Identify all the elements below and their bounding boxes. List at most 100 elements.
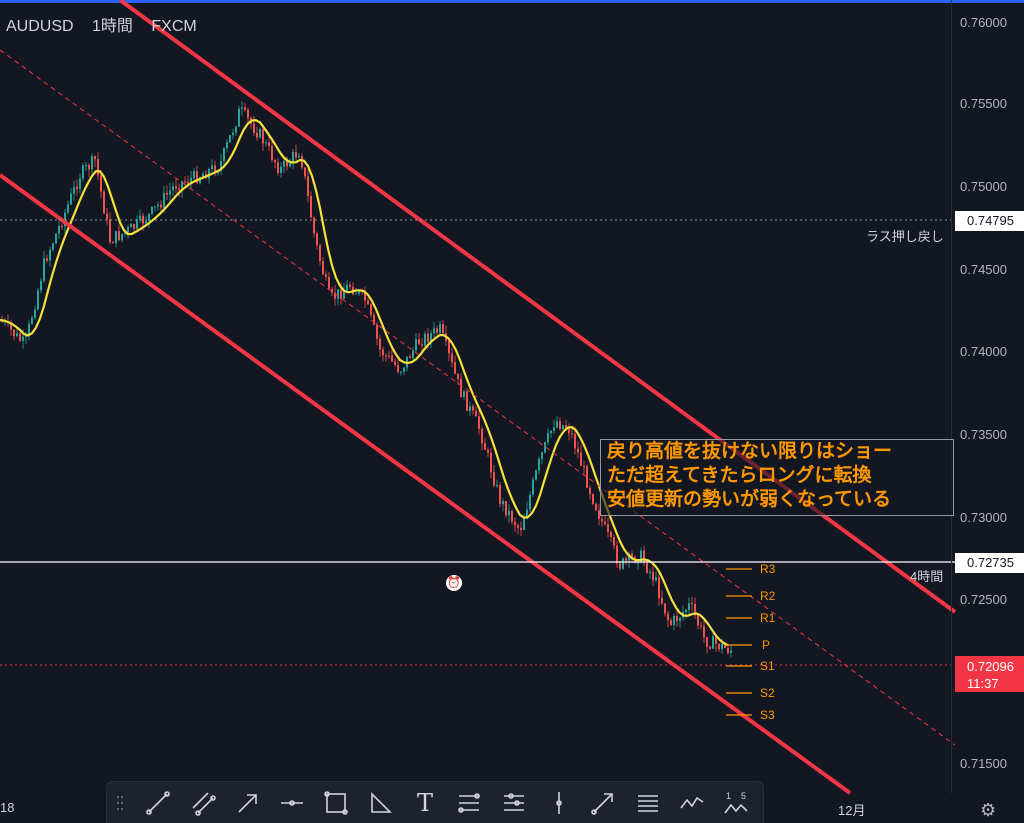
candle-body — [247, 109, 249, 118]
candle-body — [601, 518, 603, 522]
candle-body — [436, 328, 438, 333]
pitchfork-icon[interactable] — [499, 788, 529, 818]
candle-body — [712, 636, 714, 649]
price-tick: 0.71500 — [960, 756, 1007, 771]
gear-icon[interactable]: ⚙ — [980, 800, 996, 821]
pivot-s3: S3 — [760, 708, 775, 722]
moving-average-line — [0, 119, 729, 647]
candle-body — [241, 107, 243, 109]
candle-body — [322, 260, 324, 275]
current-price: 0.72096 — [967, 659, 1014, 674]
candle-body — [121, 233, 123, 241]
candle-body — [166, 192, 168, 195]
horizontal-ray-icon[interactable] — [277, 788, 307, 818]
candle-body — [160, 204, 162, 208]
candle-body — [19, 333, 21, 341]
candle-body — [49, 249, 51, 261]
candle-body — [415, 339, 417, 351]
candle-body — [163, 192, 165, 208]
candle-body — [664, 603, 666, 614]
text-tool-icon[interactable]: T — [410, 788, 440, 818]
candle-body — [91, 156, 93, 170]
candle-body — [562, 425, 564, 430]
candle-body — [688, 603, 690, 610]
candle-body — [169, 190, 171, 195]
pivot-p: P — [762, 638, 771, 652]
candle-body — [355, 293, 357, 295]
candle-body — [697, 615, 699, 626]
candle-body — [133, 224, 135, 229]
candle-body — [130, 224, 132, 228]
candle-body — [316, 233, 318, 246]
candle-body — [52, 243, 54, 250]
pivot-s2: S2 — [760, 686, 775, 700]
candle-body — [637, 562, 639, 564]
candle-body — [577, 448, 579, 453]
trend-line-icon[interactable] — [143, 788, 173, 818]
candle-body — [40, 280, 42, 291]
forecast-icon[interactable] — [677, 788, 707, 818]
candle-body — [472, 406, 474, 411]
candle-body — [595, 503, 597, 511]
candle-body — [586, 466, 588, 488]
candle-body — [271, 145, 273, 161]
pattern-icon[interactable]: 1 5 — [721, 788, 751, 818]
candle-body — [151, 206, 153, 214]
rectangle-icon[interactable] — [321, 788, 351, 818]
price-tick: 0.76000 — [960, 15, 1007, 30]
candle-body — [646, 562, 648, 573]
fib-retracement-icon[interactable] — [454, 788, 484, 818]
candle-body — [94, 156, 96, 160]
price-chart[interactable] — [0, 0, 1024, 823]
candle-body — [544, 442, 546, 453]
brush-icon[interactable] — [588, 788, 618, 818]
candle-body — [499, 484, 501, 505]
symbol-header[interactable]: AUDUSD 1時間 FXCM — [6, 12, 211, 36]
candle-body — [85, 165, 87, 167]
candle-body — [589, 487, 591, 495]
candle-body — [46, 258, 48, 261]
candle-body — [502, 500, 504, 505]
candle-body — [88, 165, 90, 170]
candle-body — [517, 525, 519, 528]
candle-body — [730, 650, 732, 653]
candle-body — [475, 410, 477, 417]
vertical-line-icon[interactable] — [544, 788, 574, 818]
candle-body — [514, 521, 516, 526]
candle-body — [379, 338, 381, 350]
candle-body — [319, 245, 321, 261]
candle-body — [658, 577, 660, 599]
drag-handle-icon[interactable] — [111, 788, 129, 818]
candle-body — [592, 494, 594, 504]
arrow-icon[interactable] — [233, 788, 263, 818]
annotation-box[interactable]: 戻り高値を抜けない限りはショー ただ超えてきたらロングに転換 安値更新の勢いが弱… — [600, 439, 954, 516]
candle-body — [451, 353, 453, 363]
candle-body — [97, 159, 99, 176]
four-hour-price-tag: 0.72735 — [955, 553, 1024, 573]
candle-body — [148, 213, 150, 222]
broker-label: FXCM — [151, 18, 197, 35]
candle-body — [238, 108, 240, 127]
pattern-count-1: 1 — [725, 790, 731, 801]
candle-body — [403, 367, 405, 372]
candle-body — [520, 527, 522, 531]
alarm-clock-icon[interactable]: ⏰ — [446, 575, 462, 591]
price-tick: 0.73000 — [960, 510, 1007, 525]
parallel-channel-icon[interactable] — [188, 788, 218, 818]
candle-body — [523, 518, 525, 531]
pivot-r1: R1 — [760, 611, 776, 625]
candle-body — [139, 215, 141, 220]
candle-body — [442, 324, 444, 334]
triangle-icon[interactable] — [366, 788, 396, 818]
candle-body — [421, 344, 423, 346]
long-position-icon[interactable] — [633, 788, 663, 818]
candle-body — [718, 643, 720, 650]
price-tick: 0.74000 — [960, 344, 1007, 359]
candle-body — [643, 550, 645, 563]
four-hour-label: 4時間 — [910, 569, 944, 584]
candle-body — [469, 406, 471, 411]
candle-body — [67, 204, 69, 213]
candle-body — [340, 289, 342, 299]
candle-body — [112, 242, 114, 244]
candle-body — [370, 304, 372, 316]
